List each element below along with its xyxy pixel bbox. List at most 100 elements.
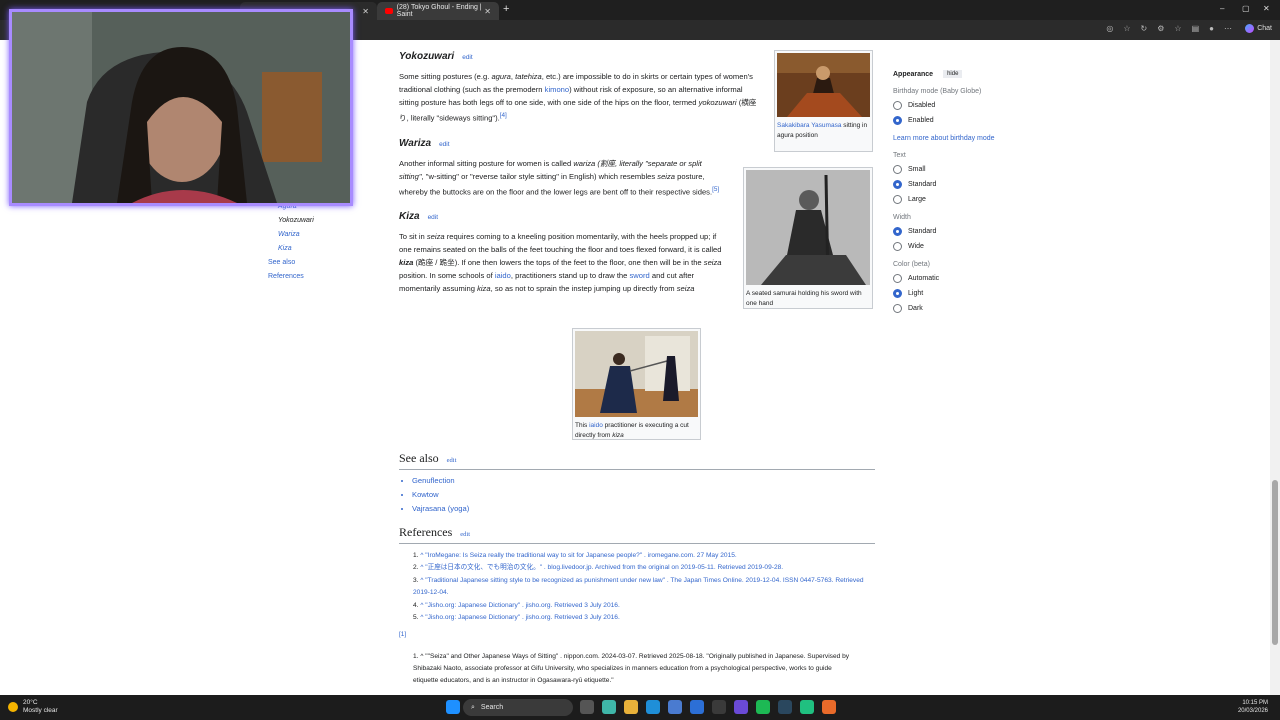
iaido-link[interactable]: iaido bbox=[495, 271, 511, 280]
citation-link[interactable]: [4] bbox=[500, 112, 507, 119]
note-marker[interactable]: [1] bbox=[399, 628, 875, 641]
hide-button[interactable]: hide bbox=[943, 70, 963, 78]
refresh-icon[interactable]: ↻ bbox=[1141, 24, 1148, 33]
see-also-link[interactable]: Vajrasana (yoga) bbox=[412, 502, 875, 516]
edit-link[interactable]: edit bbox=[439, 141, 449, 148]
see-also-link[interactable]: Genuflection bbox=[412, 474, 875, 488]
radio-standard-width[interactable]: Standard bbox=[893, 227, 995, 236]
samurai-image[interactable] bbox=[746, 170, 870, 286]
weather-widget[interactable]: 20°C Mostly clear bbox=[8, 699, 58, 715]
reference-text[interactable]: ^ "Traditional Japanese sitting style to… bbox=[413, 577, 864, 596]
ref-number: 1. bbox=[413, 552, 419, 559]
chat-button[interactable]: Chat bbox=[1245, 24, 1272, 33]
steam-icon[interactable] bbox=[778, 700, 792, 714]
favorite-icon[interactable]: ☆ bbox=[1123, 24, 1130, 33]
heading-text: Wariza bbox=[399, 137, 432, 149]
toc-item-see-also[interactable]: See also bbox=[268, 256, 314, 270]
favorites-bar-icon[interactable]: ☆ bbox=[1174, 24, 1181, 33]
text: , so as not to sprain the instep jumping… bbox=[490, 284, 677, 294]
scrollbar-thumb[interactable] bbox=[1272, 480, 1278, 645]
windows-start-icon[interactable] bbox=[446, 700, 460, 714]
close-window-button[interactable]: ✕ bbox=[1263, 4, 1270, 13]
term: kiza bbox=[399, 258, 414, 268]
reference-item: 1. ^ "IroMegane: Is Seiza really the tra… bbox=[413, 550, 875, 562]
toc-item-references[interactable]: References bbox=[268, 270, 314, 284]
radio-dark[interactable]: Dark bbox=[893, 304, 995, 313]
new-tab-button[interactable]: + bbox=[503, 3, 509, 15]
app-icon[interactable] bbox=[800, 700, 814, 714]
edge-icon[interactable] bbox=[646, 700, 660, 714]
maximize-button[interactable]: ▢ bbox=[1242, 4, 1250, 13]
ref-number: 1. bbox=[413, 653, 419, 661]
minimize-button[interactable]: – bbox=[1220, 4, 1224, 13]
browser-tab-active[interactable]: (28) Tokyo Ghoul - Ending | Saint ✕ bbox=[377, 2, 499, 20]
edit-link[interactable]: edit bbox=[447, 457, 457, 464]
table-of-contents: Agura Yokozuwari Wariza Kiza See also Re… bbox=[268, 200, 314, 284]
windows-taskbar: 20°C Mostly clear ⌕ Search 10:15 PM 20/0… bbox=[0, 695, 1280, 720]
yasumasa-image[interactable] bbox=[777, 53, 870, 117]
toc-item-yokozuwari[interactable]: Yokozuwari bbox=[268, 214, 314, 228]
see-also-link[interactable]: Kowtow bbox=[412, 488, 875, 502]
radio-light[interactable]: Light bbox=[893, 289, 995, 298]
term: kiza bbox=[477, 284, 491, 294]
radio-disabled[interactable]: Disabled bbox=[893, 101, 995, 110]
store-icon[interactable] bbox=[668, 700, 682, 714]
copilot-app-icon[interactable] bbox=[602, 700, 616, 714]
file-explorer-icon[interactable] bbox=[624, 700, 638, 714]
profile-icon[interactable]: ● bbox=[1209, 24, 1214, 33]
birthday-mode-link[interactable]: Learn more about birthday mode bbox=[893, 135, 995, 142]
reference-text[interactable]: ^ "Jisho.org: Japanese Dictionary" . jis… bbox=[420, 602, 619, 609]
edit-link[interactable]: edit bbox=[460, 531, 470, 538]
mail-icon[interactable] bbox=[690, 700, 704, 714]
reference-text[interactable]: ^ "正座は日本の文化、でも明治の文化。" . blog.livedoor.jp… bbox=[420, 564, 783, 571]
collections-icon[interactable]: ▤ bbox=[1192, 24, 1200, 33]
radio-large[interactable]: Large bbox=[893, 195, 995, 204]
task-view-icon[interactable] bbox=[580, 700, 594, 714]
radio-wide[interactable]: Wide bbox=[893, 242, 995, 251]
app-icon[interactable] bbox=[712, 700, 726, 714]
discord-icon[interactable] bbox=[734, 700, 748, 714]
reference-text[interactable]: ^ "Jisho.org: Japanese Dictionary" . jis… bbox=[420, 614, 619, 621]
iaido-image[interactable] bbox=[575, 331, 698, 417]
youtube-icon bbox=[385, 8, 393, 14]
radio-label: Light bbox=[908, 290, 924, 297]
radio-label: Automatic bbox=[908, 275, 940, 282]
radio-standard-text[interactable]: Standard bbox=[893, 180, 995, 189]
reference-text[interactable]: ^ "IroMegane: Is Seiza really the tradit… bbox=[420, 552, 736, 559]
more-icon[interactable]: ⋯ bbox=[1224, 24, 1232, 33]
close-tab-icon[interactable]: ✕ bbox=[484, 7, 491, 16]
edit-link[interactable]: edit bbox=[428, 214, 438, 221]
extensions-icon[interactable]: ⚙ bbox=[1157, 24, 1164, 33]
citation-link[interactable]: [5] bbox=[712, 186, 719, 193]
radio-enabled[interactable]: Enabled bbox=[893, 116, 995, 125]
copilot-icon bbox=[1245, 24, 1255, 33]
radio-circle bbox=[893, 274, 902, 283]
toc-item-kiza[interactable]: Kiza bbox=[268, 242, 314, 256]
taskbar-search[interactable]: ⌕ Search bbox=[463, 699, 573, 716]
toc-item-wariza[interactable]: Wariza bbox=[268, 228, 314, 242]
spotify-icon[interactable] bbox=[756, 700, 770, 714]
yasumasa-link[interactable]: Sakakibara Yasumasa bbox=[777, 122, 841, 129]
close-tab-icon[interactable]: ✕ bbox=[362, 7, 369, 16]
radio-small[interactable]: Small bbox=[893, 165, 995, 174]
moon-weather-icon bbox=[8, 702, 18, 712]
edit-link[interactable]: edit bbox=[462, 54, 472, 61]
term: wariza bbox=[573, 158, 596, 168]
sword-link[interactable]: sword bbox=[630, 271, 650, 280]
kimono-link[interactable]: kimono bbox=[545, 85, 569, 94]
ref-number: 2. bbox=[413, 564, 419, 572]
color-label: Color (beta) bbox=[893, 261, 930, 268]
radio-automatic[interactable]: Automatic bbox=[893, 274, 995, 283]
note-item: 1. ^ ""Seiza" and Other Japanese Ways of… bbox=[399, 651, 855, 687]
app-icon[interactable] bbox=[822, 700, 836, 714]
webcam-feed-image bbox=[12, 12, 350, 203]
term: seiza bbox=[703, 258, 722, 268]
system-clock[interactable]: 10:15 PM 20/03/2026 bbox=[1238, 699, 1268, 715]
section-heading-kiza: Kiza edit bbox=[399, 210, 759, 224]
caption: A seated samurai holding his sword with … bbox=[746, 290, 862, 307]
weather-text: Mostly clear bbox=[23, 707, 58, 714]
iaido-link[interactable]: iaido bbox=[589, 422, 603, 429]
reader-icon[interactable]: ◎ bbox=[1106, 24, 1113, 33]
heading-text: References bbox=[399, 525, 453, 539]
tab-label: (28) Tokyo Ghoul - Ending | Saint bbox=[396, 4, 482, 18]
